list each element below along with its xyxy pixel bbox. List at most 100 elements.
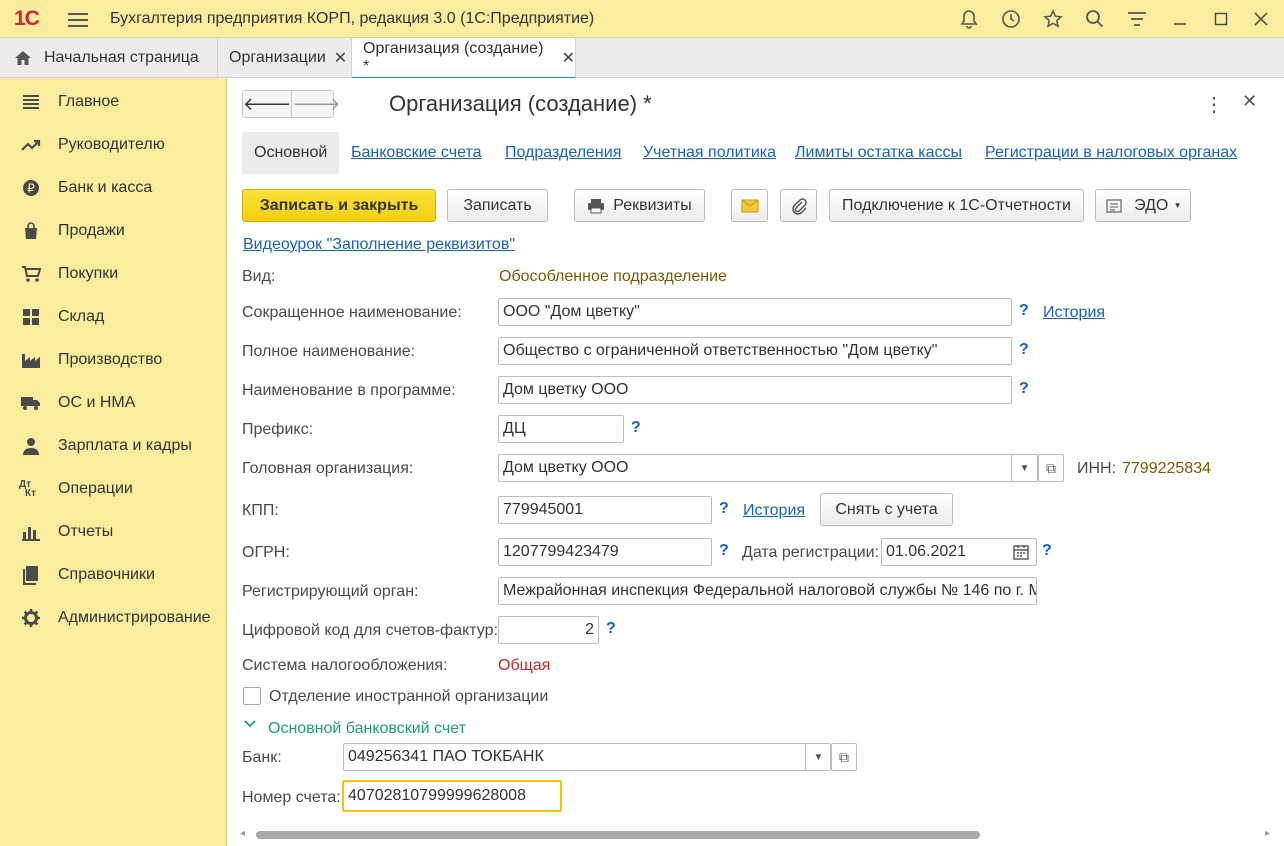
sidebar-item-label: Операции [58,479,133,497]
sidebar-item-directories[interactable]: Справочники [0,553,227,596]
history-link[interactable]: История [1043,304,1105,322]
help-icon[interactable]: ? [631,419,641,437]
tab-accounting-policy[interactable]: Учетная политика [643,132,776,174]
prefix-label: Префикс: [242,421,314,438]
tab-bank-accounts[interactable]: Банковские счета [351,132,481,174]
back-arrow-icon[interactable]: 🡐 [243,91,291,117]
reg-body-label: Регистрирующий орган: [242,583,419,600]
bank-value: 049256341 ПАО ТОКБАНК [348,748,544,765]
email-button[interactable] [731,189,768,222]
maximize-icon[interactable] [1209,7,1233,31]
inn-value: 7799225834 [1122,460,1211,477]
help-icon[interactable]: ? [719,500,729,518]
account-number-field[interactable]: 40702810799999628008 [342,780,562,812]
save-and-close-button[interactable]: Записать и закрыть [242,189,436,222]
gear-icon [19,608,43,628]
video-lesson-link[interactable]: Видеоурок "Заполнение реквизитов" [243,236,515,254]
sidebar-item-sales[interactable]: Продажи [0,209,227,252]
open-icon[interactable]: ⧉ [831,743,857,771]
short-name-field[interactable]: ООО "Дом цветку" [498,298,1012,326]
prefix-field[interactable]: ДЦ [498,415,624,443]
scroll-left-icon[interactable]: ◂ [240,828,245,839]
search-icon[interactable] [1083,7,1107,31]
full-name-field[interactable]: Общество с ограниченной ответственностью… [498,337,1012,365]
main-menu-icon[interactable] [68,10,88,28]
help-icon[interactable]: ? [1019,380,1029,398]
minimize-icon[interactable] [1168,7,1192,31]
paperclip-icon [791,197,807,215]
sidebar-item-assets[interactable]: ОС и НМА [0,381,227,424]
tab-cash-limits[interactable]: Лимиты остатка кассы [795,132,962,174]
sidebar-item-label: Главное [58,92,120,110]
open-icon[interactable]: ⧉ [1038,454,1064,482]
sidebar-item-admin[interactable]: Администрирование [0,596,227,639]
calendar-icon[interactable] [1013,544,1029,560]
svg-text:₽: ₽ [27,181,35,195]
attach-button[interactable] [780,189,817,222]
close-window-icon[interactable] [1249,7,1273,31]
ogrn-field[interactable]: 1207799423479 [498,538,712,566]
tab-main[interactable]: Основной [242,132,340,174]
account-label: Номер счета: [242,789,341,806]
settings-lines-icon[interactable] [1125,7,1149,31]
tab-tax-registrations[interactable]: Регистрации в налоговых органах [985,132,1237,174]
chevron-down-icon[interactable] [244,718,256,732]
truck-icon [19,395,43,411]
tab-organizations[interactable]: Организации ✕ [218,38,352,78]
sidebar-item-manager[interactable]: Руководителю [0,123,227,166]
reg-body-field[interactable]: Межрайонная инспекция Федеральной налого… [498,577,1037,605]
sidebar-item-salary[interactable]: Зарплата и кадры [0,424,227,467]
trend-icon [19,138,43,152]
sidebar-item-operations[interactable]: Дт Кт Операции [0,467,227,510]
sidebar-item-main[interactable]: Главное [0,80,227,123]
tab-subdivisions[interactable]: Подразделения [505,132,621,174]
kpp-history-link[interactable]: История [743,502,805,520]
more-vertical-icon[interactable]: ⋮ [1204,92,1224,117]
dropdown-arrow-icon[interactable]: ▼ [1011,454,1037,482]
foreign-org-label[interactable]: Отделение иностранной организации [269,688,548,706]
vid-value[interactable]: Обособленное подразделение [499,268,727,286]
bank-section-title[interactable]: Основной банковский счет [268,720,466,738]
sidebar-item-production[interactable]: Производство [0,338,227,381]
tab-home[interactable]: Начальная страница [0,38,218,78]
history-icon[interactable] [999,7,1023,31]
help-icon[interactable]: ? [719,542,729,560]
forward-arrow-icon[interactable]: 🡒 [291,91,341,117]
dropdown-arrow-icon[interactable]: ▼ [805,743,831,771]
help-icon[interactable]: ? [1042,542,1052,560]
scrollbar-thumb[interactable] [256,831,980,839]
sidebar-item-warehouse[interactable]: Склад [0,295,227,338]
help-icon[interactable]: ? [606,620,616,638]
close-tab-icon[interactable]: ✕ [334,48,347,68]
star-icon[interactable] [1041,7,1065,31]
scroll-right-icon[interactable]: ▸ [1265,828,1270,839]
help-icon[interactable]: ? [1019,302,1029,320]
close-form-icon[interactable]: ✕ [1242,91,1257,112]
horizontal-scrollbar[interactable]: ◂ ▸ [240,828,1270,840]
requisites-button[interactable]: Реквизиты [574,189,705,222]
digit-code-field[interactable]: 2 [498,616,599,644]
sidebar: Главное Руководителю ₽ Банк и касса Прод… [0,78,227,846]
tab-organization-create[interactable]: Организация (создание) * ✕ [352,38,576,79]
bell-icon[interactable] [957,7,981,31]
sidebar-item-reports[interactable]: Отчеты [0,510,227,553]
unregister-button[interactable]: Снять с учета [820,493,953,526]
head-org-field[interactable]: Дом цветку ООО [498,454,1038,482]
kpp-field[interactable]: 779945001 [498,496,712,524]
foreign-org-checkbox[interactable] [243,687,261,705]
book-icon [19,565,43,585]
help-icon[interactable]: ? [1019,341,1029,359]
close-tab-icon[interactable]: ✕ [562,48,575,68]
save-button[interactable]: Записать [447,189,548,222]
sidebar-item-bank[interactable]: ₽ Банк и касса [0,166,227,209]
app-logo[interactable]: 1С [14,7,40,31]
kpp-label: КПП: [242,502,279,519]
bank-field[interactable]: 049256341 ПАО ТОКБАНК [343,743,831,771]
connect-reporting-button[interactable]: Подключение к 1С-Отчетности [829,189,1084,222]
tax-system-value[interactable]: Общая [498,657,550,675]
ruble-icon: ₽ [19,179,43,197]
sidebar-item-purchases[interactable]: Покупки [0,252,227,295]
program-name-field[interactable]: Дом цветку ООО [498,376,1012,404]
edo-button[interactable]: ЭДО ▾ [1095,189,1191,222]
tab-label: Организация (создание) * [363,39,544,75]
